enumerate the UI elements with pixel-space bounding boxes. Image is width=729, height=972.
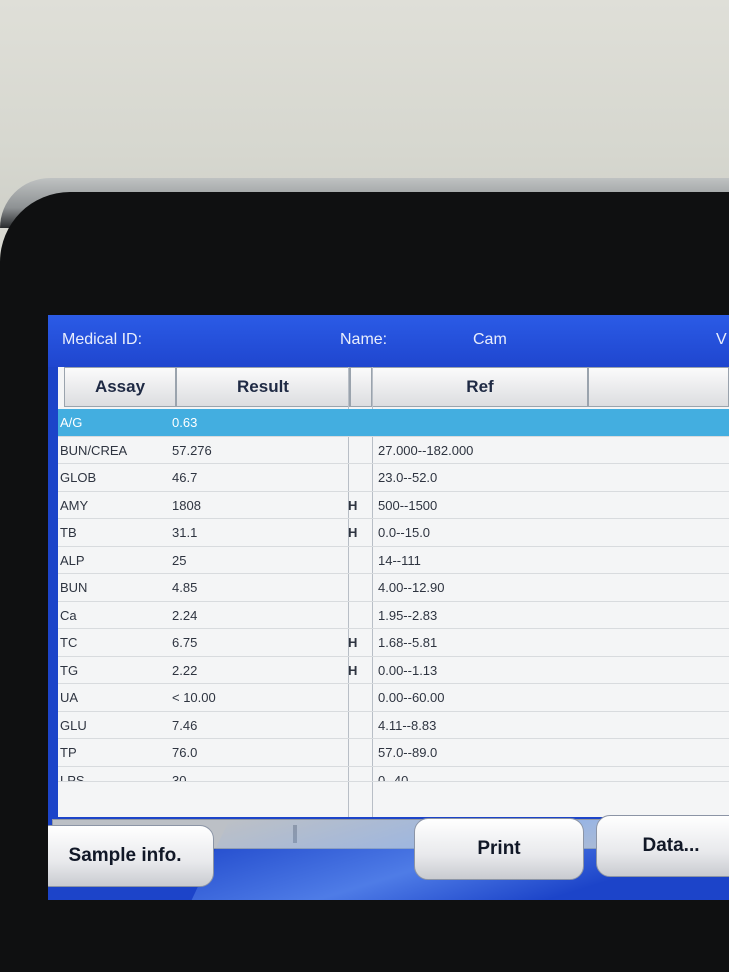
assay-result: 7.46 (172, 717, 198, 733)
header-truncated-text: V (716, 331, 727, 348)
assay-result: 2.24 (172, 607, 198, 623)
table-row[interactable]: ALP 25 14--111 (58, 547, 729, 574)
column-header-flag[interactable] (350, 367, 372, 407)
reference-range: 23.0--52.0 (378, 470, 438, 485)
reference-range: 0.00--1.13 (378, 662, 438, 678)
result-flag: H (348, 635, 358, 650)
reference-range: 1.68--5.81 (378, 635, 438, 650)
assay-result: 25 (172, 552, 187, 568)
assay-name: TG (60, 662, 79, 678)
table-row[interactable]: UA < 10.00 0.00--60.00 (58, 684, 729, 712)
reference-range: 0.0--15.0 (378, 525, 431, 540)
name-label: Name: (340, 331, 388, 348)
medical-id-label: Medical ID: (62, 331, 143, 348)
table-row[interactable]: BUN 4.85 4.00--12.90 (58, 574, 729, 602)
table-row[interactable]: GLU 7.46 4.11--8.83 (58, 712, 729, 739)
table-row[interactable]: LPS 30 0--40 (58, 767, 729, 782)
assay-name: BUN/CREA (60, 442, 128, 458)
assay-result: 1808 (172, 497, 201, 513)
data-button[interactable]: Data... (596, 815, 729, 877)
table-row[interactable]: TG 2.22 H 0.00--1.13 (58, 657, 729, 684)
reference-range: 0.00--60.00 (378, 690, 445, 705)
assay-result: 31.1 (172, 525, 198, 540)
assay-result: 46.7 (172, 470, 198, 485)
assay-name: Ca (60, 607, 77, 623)
column-header-result[interactable]: Result (176, 367, 350, 407)
reference-range: 500--1500 (378, 497, 438, 513)
assay-name: UA (60, 690, 79, 705)
table-row[interactable]: AMY 1808 H 500--1500 (58, 492, 729, 519)
assay-name: TP (60, 745, 77, 760)
assay-result: 30 (172, 772, 187, 782)
assay-result: 6.75 (172, 635, 198, 650)
assay-name: ALP (60, 552, 85, 568)
assay-result: 2.22 (172, 662, 198, 678)
results-table: Assay Result Ref A/G 0.63 BUN/CREA 57.27… (52, 367, 729, 849)
assay-name: BUN (60, 580, 88, 595)
reference-range: 0--40 (378, 772, 409, 782)
assay-result: 57.276 (172, 442, 212, 458)
table-row[interactable]: TP 76.0 57.0--89.0 (58, 739, 729, 767)
table-row[interactable]: TC 6.75 H 1.68--5.81 (58, 629, 729, 657)
reference-range: 27.000--182.000 (378, 442, 474, 458)
reference-range: 4.11--8.83 (378, 717, 437, 733)
assay-name: AMY (60, 497, 89, 513)
results-rows: A/G 0.63 BUN/CREA 57.276 27.000--182.000… (58, 409, 729, 782)
reference-range: 14--111 (378, 552, 421, 568)
reference-range: 1.95--2.83 (378, 607, 438, 623)
assay-name: LPS (60, 772, 85, 782)
table-row[interactable]: GLOB 46.7 23.0--52.0 (58, 464, 729, 492)
analyzer-screen: Medical ID: Name: Cam V Assay Result Ref… (48, 315, 729, 900)
assay-name: TC (60, 635, 78, 650)
assay-name: A/G (60, 415, 83, 430)
table-row[interactable]: A/G 0.63 (58, 409, 729, 437)
patient-header: Medical ID: Name: Cam V (48, 315, 729, 367)
result-flag: H (348, 662, 358, 678)
column-header-extra[interactable] (588, 367, 729, 407)
column-header-ref[interactable]: Ref (372, 367, 588, 407)
assay-result: 0.63 (172, 415, 198, 430)
assay-result: 76.0 (172, 745, 198, 760)
reference-range: 4.00--12.90 (378, 580, 445, 595)
table-row[interactable]: Ca 2.24 1.95--2.83 (58, 602, 729, 629)
assay-name: GLOB (60, 470, 97, 485)
table-row[interactable]: TB 31.1 H 0.0--15.0 (58, 519, 729, 547)
print-button[interactable]: Print (414, 818, 584, 880)
patient-name: Cam (473, 331, 507, 348)
assay-name: TB (60, 525, 77, 540)
assay-result: 4.85 (172, 580, 198, 595)
column-header-assay[interactable]: Assay (64, 367, 176, 407)
table-row[interactable]: BUN/CREA 57.276 27.000--182.000 (58, 437, 729, 464)
result-flag: H (348, 525, 358, 540)
assay-name: GLU (60, 717, 87, 733)
result-flag: H (348, 497, 358, 513)
sample-info-button[interactable]: Sample info. (48, 825, 214, 887)
reference-range: 57.0--89.0 (378, 745, 438, 760)
assay-result: < 10.00 (172, 690, 216, 705)
